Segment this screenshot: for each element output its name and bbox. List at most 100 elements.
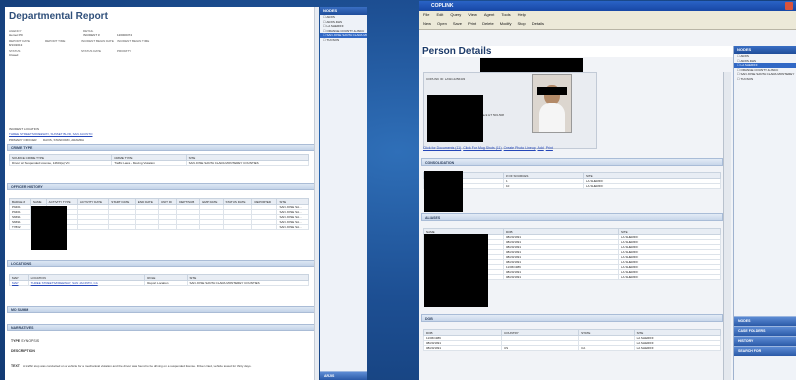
nodes-list: ☐ ARJIS ☐ ARJIS.DHS ☐ LA SHERIFF ☐ ORANGE C… (734, 54, 796, 81)
location-link[interactable]: THREE STREETS/FREEWAY, SAN JACINTO, CA (27, 280, 146, 286)
mug-shot-photo[interactable] (532, 74, 572, 133)
accordion-panel: NODES CASE FOLDERS HISTORY SEARCH FOR (734, 316, 796, 356)
field-detail: DETAIL INCIDENT # (83, 29, 100, 37)
field-agency: AGENCY Hemet PD (9, 29, 23, 37)
table-cell (108, 224, 136, 230)
table-cell: SAN JOSE SA... (276, 224, 309, 230)
nodes-list: ☐ ARJIS ☐ ARJIS.DHS ☐ LA SHERIFF ☐ ORANGE C… (320, 15, 367, 42)
map-link[interactable]: MAP (9, 280, 29, 286)
table-row[interactable]: 10 LA SHERIFF (423, 183, 721, 189)
menu-item[interactable]: File (423, 12, 429, 17)
redaction-block (537, 87, 567, 95)
table-cell: LA SHERIFF (618, 274, 721, 280)
table-row[interactable]: MAP THREE STREETS/FREEWAY, SAN JACINTO, … (9, 280, 310, 286)
field-status-date: STATUS DATE (81, 49, 102, 53)
nodes-header[interactable]: NODES (734, 46, 796, 54)
section-consolidation[interactable]: CONSOLIDATION (421, 158, 723, 166)
accordion-tab[interactable]: HISTORY (734, 336, 796, 346)
page-title: Departmental Report (9, 11, 108, 22)
vertical-scrollbar[interactable] (314, 7, 319, 380)
field-incident-begin-date: INCIDENT BEGIN DATE (81, 39, 114, 43)
toolbar-button[interactable]: Save (453, 21, 462, 26)
redaction-block (480, 58, 583, 72)
person-attr-line1: Black HT 503-508 (480, 113, 504, 117)
redaction-block (31, 206, 67, 250)
table-row[interactable]: Driver w/ Suspended License, 14601(a) VC… (8, 160, 310, 166)
primary-officer-value: DAVIS, STANFORD, ARAMDA (43, 138, 85, 142)
table-cell (199, 224, 224, 230)
shirt-shape (539, 103, 565, 132)
redaction-block (424, 171, 463, 212)
section-narratives[interactable]: NARRATIVES (7, 324, 317, 331)
node-item[interactable]: ☐ SAN JOSE SANTA CLARA MONTEREY (734, 72, 796, 77)
menu-item[interactable]: Edit (436, 12, 443, 17)
toolbar-button[interactable]: Delete (482, 21, 494, 26)
menu-item[interactable]: Help (518, 12, 526, 17)
section-aliases[interactable]: ALIASES (421, 213, 723, 221)
menu-bar: File Edit Query View Agent Tools Help (419, 11, 796, 19)
toolbar-button[interactable]: Open (437, 21, 447, 26)
menu-item[interactable]: Query (450, 12, 461, 17)
toolbar-button[interactable]: New (423, 21, 431, 26)
table-cell: T7832 (9, 224, 31, 230)
table-cell: 08/20/1991 (503, 274, 619, 280)
page-title: Person Details (422, 46, 492, 57)
section-mo[interactable]: MO SUMM (7, 306, 317, 313)
toolbar-button[interactable]: Details (532, 21, 544, 26)
toolbar: New Open Save Print Delete Modify Stop Details (419, 19, 796, 30)
person-links: Click for Documents (11) Click For Mug S… (423, 146, 553, 150)
dob-table: DOB COUNTRY STATE SITE 11/06/1989 LA SHER… (423, 329, 722, 351)
incident-location-link[interactable]: THREE STREETS/FREEWAY, SUNSET BLVD, SAN … (9, 132, 92, 136)
node-item[interactable]: ☐ SAN JOSE SANTA CLARA MONTEREY (320, 33, 367, 38)
print-link[interactable]: Print (546, 146, 553, 150)
narrative-text-label: TEXT (11, 364, 20, 368)
departmental-report-window: Departmental Report AGENCY Hemet PD DETAI… (5, 7, 319, 380)
close-icon[interactable] (785, 2, 793, 10)
table-cell: CA (578, 345, 635, 351)
consolidation-table: # OF SOURCES SITE 1 LA SHERIFF 10 LA SHERI… (423, 172, 721, 189)
primary-officer-label: PRIMARY OFFICER (9, 138, 37, 142)
crime-type-table: SOURCE CRIME TYPE CRIME TYPE SITE Driver… (8, 154, 310, 166)
documents-link[interactable]: Click for Documents (11) (423, 146, 461, 150)
narrative-type: TYPE SYNOPSIS (11, 339, 40, 343)
add-link[interactable]: Add (538, 146, 544, 150)
table-cell: 08/20/1991 (423, 345, 502, 351)
node-item[interactable]: ☐ TUCSON (320, 38, 367, 43)
table-cell: LA SHERIFF (633, 345, 722, 351)
app-title: COPLINK (431, 3, 454, 9)
accordion-tab[interactable]: SEARCH FOR (734, 346, 796, 356)
photo-lineup-link[interactable]: Create Photo Lineup (504, 146, 536, 150)
incident-location-label: INCIDENT LOCATION (9, 127, 40, 131)
redaction-block (427, 95, 483, 142)
field-report-date: REPORT DATE 8/13/2013 (9, 39, 31, 47)
person-id: COPLINK ID: LASD-2256433 (426, 77, 466, 81)
node-item[interactable]: ☐ TUCSON (734, 77, 796, 82)
toolbar-button[interactable]: Modify (500, 21, 512, 26)
section-dob[interactable]: DOB (421, 314, 723, 322)
accordion-tab-arjis[interactable]: ARJIS (320, 371, 367, 380)
menu-item[interactable]: View (468, 12, 477, 17)
toolbar-button[interactable]: Stop (518, 21, 526, 26)
table-row[interactable]: 08/20/1991 US CA LA SHERIFF (423, 345, 722, 351)
section-locations[interactable]: LOCATIONS (7, 260, 317, 267)
redaction-block (424, 234, 488, 307)
mug-shots-link[interactable]: Click For Mug Shots (11) (463, 146, 501, 150)
menu-item[interactable]: Agent (484, 12, 494, 17)
title-bar: COPLINK (419, 1, 796, 11)
vertical-scrollbar[interactable] (723, 72, 731, 380)
locations-table: MAP LOCATION ROLE SITE MAP THREE STREETS… (9, 274, 310, 286)
accordion-tab[interactable]: NODES (734, 316, 796, 326)
field-incident-number: 120000374 (117, 33, 133, 37)
accordion-tab[interactable]: CASE FOLDERS (734, 326, 796, 336)
section-officer-history[interactable]: OFFICER HISTORY (7, 183, 317, 190)
nodes-header[interactable]: NODES (320, 7, 367, 15)
table-cell (134, 224, 159, 230)
description-label: DESCRIPTION (11, 349, 35, 353)
section-crime-type[interactable]: CRIME TYPE (7, 144, 317, 151)
field-priority: PRIORITY (117, 49, 132, 53)
narrative-text: A traffic stop was conducted on a vehicl… (23, 364, 252, 368)
toolbar-button[interactable]: Print (468, 21, 476, 26)
table-cell (157, 224, 178, 230)
menu-item[interactable]: Tools (501, 12, 510, 17)
nodes-panel-left: NODES ☐ ARJIS ☐ ARJIS.DHS ☐ LA SHERIFF ☐ OR… (320, 7, 367, 380)
